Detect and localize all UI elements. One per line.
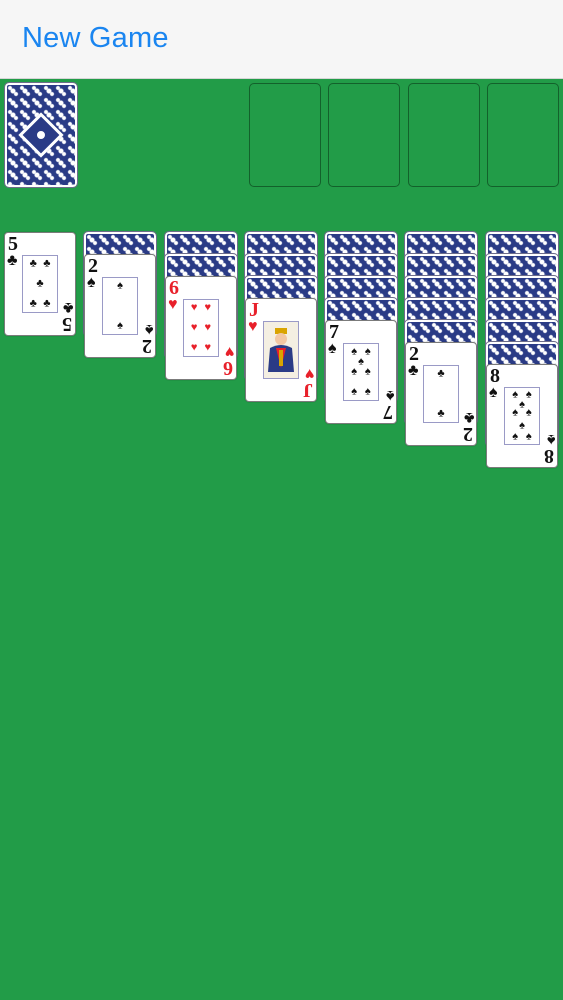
- card-pip-icon: ♥: [204, 341, 212, 354]
- card-pip-icon: ♠: [519, 398, 525, 411]
- game-board: [0, 79, 563, 1000]
- card-rank: 7: [383, 401, 393, 423]
- card-rank: J: [303, 379, 313, 401]
- card-suit-icon: ♠: [87, 274, 96, 291]
- card-pip-icon: ♠: [512, 388, 519, 401]
- card-pip-icon: ♣: [437, 367, 445, 380]
- tableau-card-4[interactable]: J ♥ J ♥: [245, 298, 317, 402]
- card-suit-icon: ♣: [463, 409, 475, 426]
- card-pip-icon: ♠: [519, 419, 525, 432]
- card-pip-icon: ♥: [190, 341, 198, 354]
- toolbar: New Game: [0, 0, 563, 79]
- tableau-card-5[interactable]: 7 ♠ 7 ♠ ♠ ♠ ♠ ♠ ♠ ♠ ♠: [325, 320, 397, 424]
- card-pip-icon: ♣: [437, 407, 445, 420]
- card-suit-icon: ♥: [248, 318, 258, 335]
- card-pip-icon: ♥: [204, 321, 212, 334]
- card-pip-icon: ♠: [117, 279, 123, 292]
- card-pip-icon: ♠: [525, 388, 532, 401]
- card-pip-icon: ♣: [29, 257, 37, 270]
- card-pip-icon: ♠: [364, 345, 371, 358]
- card-rank: 5: [8, 233, 18, 255]
- card-rank: 8: [544, 445, 554, 467]
- card-center: ♠ ♠ ♠ ♠ ♠ ♠ ♠: [343, 343, 379, 401]
- tableau-card-1[interactable]: 5 ♣ 5 ♣ ♣ ♣ ♣ ♣ ♣: [4, 232, 76, 336]
- card-rank: 2: [409, 343, 419, 365]
- card-suit-icon: ♣: [62, 299, 74, 316]
- card-rank: 7: [329, 321, 339, 343]
- foundation-slot-1[interactable]: [249, 83, 321, 187]
- tableau-card-6[interactable]: 2 ♣ 2 ♣ ♣ ♣: [405, 342, 477, 446]
- card-pip-icon: ♠: [351, 385, 358, 398]
- card-rank: 6: [169, 277, 179, 299]
- card-pip-icon: ♠: [364, 385, 371, 398]
- card-pip-icon: ♣: [36, 277, 44, 290]
- card-suit-icon: ♥: [224, 343, 235, 360]
- card-rank: 2: [88, 255, 98, 277]
- card-pip-icon: ♠: [512, 406, 519, 419]
- card-pip-icon: ♣: [43, 297, 51, 310]
- card-center: ♣ ♣: [423, 365, 459, 423]
- card-pip-icon: ♥: [190, 321, 198, 334]
- card-rank: 8: [490, 365, 500, 387]
- card-suit-icon: ♣: [408, 362, 419, 379]
- card-suit-icon: ♠: [328, 340, 337, 357]
- card-rank: J: [249, 299, 259, 321]
- card-pip-icon: ♠: [525, 430, 532, 443]
- face-card-art-icon: [263, 321, 299, 379]
- card-pip-icon: ♠: [364, 365, 371, 378]
- foundation-slot-4[interactable]: [487, 83, 559, 187]
- card-suit-icon: ♣: [7, 252, 18, 269]
- foundation-slot-2[interactable]: [328, 83, 400, 187]
- card-suit-icon: ♠: [144, 321, 154, 338]
- card-suit-icon: ♥: [304, 365, 315, 382]
- new-game-button[interactable]: New Game: [22, 22, 169, 55]
- card-rank: 5: [62, 313, 72, 335]
- card-pip-icon: ♠: [525, 406, 532, 419]
- card-center: ♠ ♠ ♠ ♠ ♠ ♠ ♠ ♠: [504, 387, 540, 445]
- tableau-card-7[interactable]: 8 ♠ 8 ♠ ♠ ♠ ♠ ♠ ♠ ♠ ♠ ♠: [486, 364, 558, 468]
- card-suit-icon: ♠: [489, 384, 498, 401]
- card-pip-icon: ♠: [512, 430, 519, 443]
- tableau-card-2[interactable]: 2 ♠ 2 ♠ ♠ ♠: [84, 254, 156, 358]
- card-pip-icon: ♣: [29, 297, 37, 310]
- card-suit-icon: ♠: [385, 387, 395, 404]
- card-center: ♣ ♣ ♣ ♣ ♣: [22, 255, 58, 313]
- card-back-pattern: [18, 112, 64, 158]
- card-rank: 2: [142, 335, 152, 357]
- card-rank: 6: [223, 357, 233, 379]
- card-pip-icon: ♠: [351, 345, 358, 358]
- stock-pile[interactable]: [4, 82, 78, 188]
- card-pip-icon: ♥: [190, 301, 198, 314]
- card-pip-icon: ♠: [358, 355, 364, 368]
- card-pip-icon: ♠: [117, 319, 123, 332]
- card-pip-icon: ♣: [43, 257, 51, 270]
- card-center: ♥ ♥ ♥ ♥ ♥ ♥: [183, 299, 219, 357]
- card-center: ♠ ♠: [102, 277, 138, 335]
- foundation-slot-3[interactable]: [408, 83, 480, 187]
- tableau-card-3[interactable]: 6 ♥ 6 ♥ ♥ ♥ ♥ ♥ ♥ ♥: [165, 276, 237, 380]
- card-suit-icon: ♠: [546, 431, 556, 448]
- card-pip-icon: ♠: [351, 365, 358, 378]
- card-suit-icon: ♥: [168, 296, 178, 313]
- card-pip-icon: ♥: [204, 301, 212, 314]
- card-rank: 2: [463, 423, 473, 445]
